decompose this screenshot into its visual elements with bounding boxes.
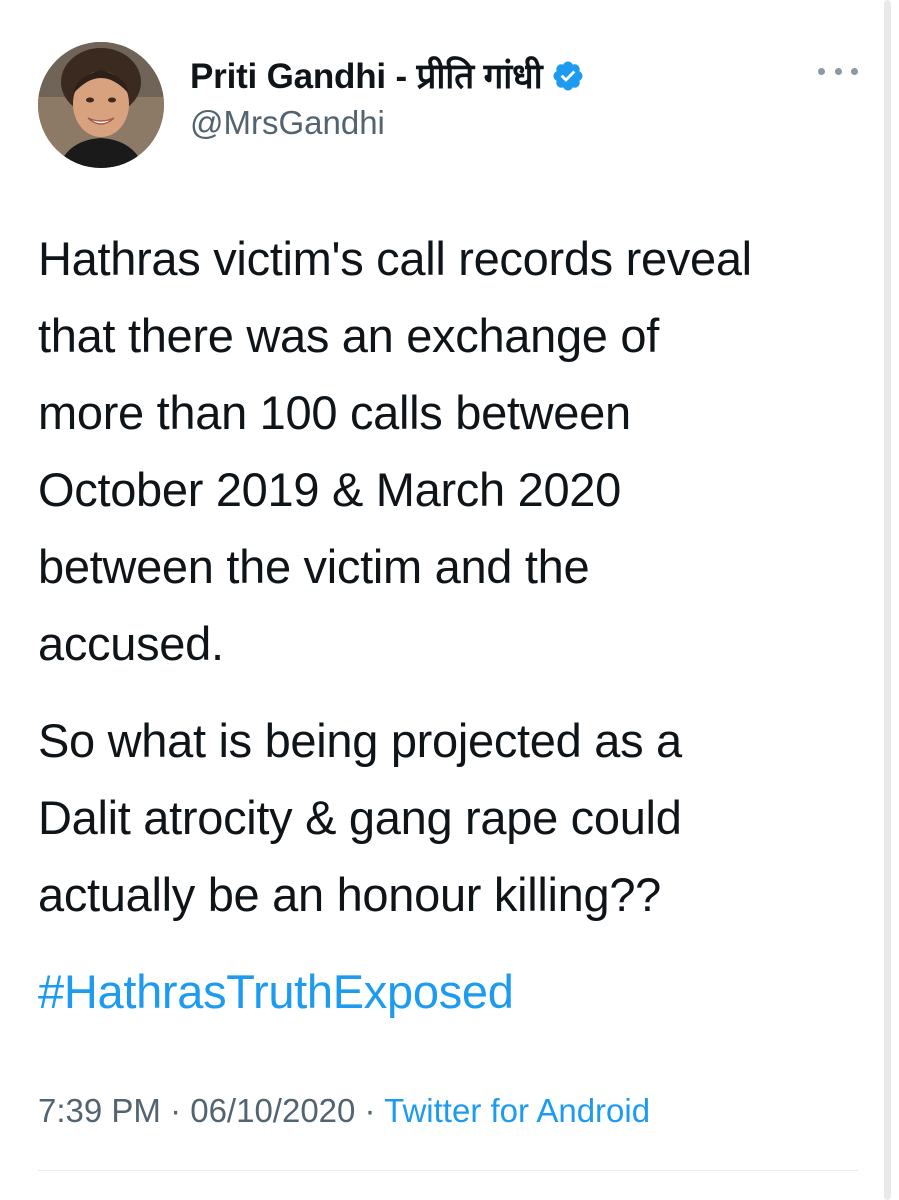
author-display-name[interactable]: Priti Gandhi - प्रीति गांधी [190,52,543,99]
tweet: Priti Gandhi - प्रीति गांधी @MrsGandhi H… [0,0,899,1200]
divider [38,1170,858,1171]
verified-badge-icon [551,59,585,93]
tweet-text: Hathras victim's call records reveal tha… [38,220,878,1030]
more-dot [851,67,858,75]
more-dot [818,67,825,75]
tweet-metadata: 7:39 PM · 06/10/2020 · Twitter for Andro… [38,1092,650,1130]
more-options-icon[interactable] [818,56,858,86]
tweet-source-link[interactable]: Twitter for Android [384,1092,650,1129]
author-name-row[interactable]: Priti Gandhi - प्रीति गांधी [190,52,585,99]
author-handle[interactable]: @MrsGandhi [190,104,385,142]
avatar[interactable] [38,42,164,168]
hashtag-link[interactable]: #HathrasTruthExposed [38,953,878,1030]
more-dot [834,67,842,75]
scrollbar[interactable] [884,0,891,1200]
tweet-timestamp[interactable]: 7:39 PM · 06/10/2020 · [38,1092,384,1129]
tweet-paragraph: So what is being projected as a Dalit at… [38,714,682,921]
tweet-paragraph: Hathras victim's call records reveal tha… [38,232,752,670]
profile-photo-icon [38,42,164,168]
